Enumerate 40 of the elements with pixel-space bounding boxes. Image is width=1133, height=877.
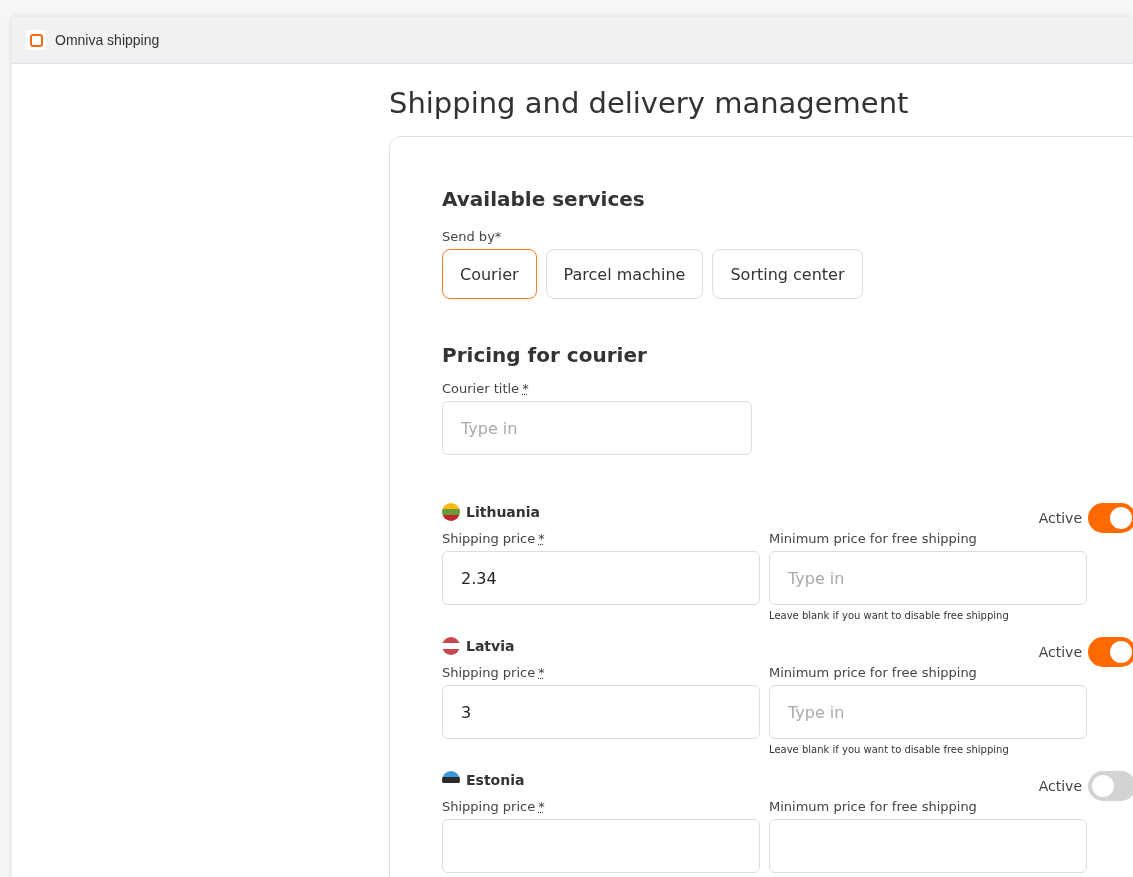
field-label: Shipping price: [442, 665, 536, 680]
active-toggle[interactable]: [1088, 771, 1133, 801]
hint-text: Leave blank if you want to disable free shipping: [769, 610, 1010, 621]
service-option[interactable]: Courier: [442, 249, 537, 299]
shipping-price-field[interactable]: [442, 819, 760, 873]
field-label: Shipping price: [442, 799, 536, 814]
flag-icon: [442, 637, 460, 655]
field-label: Minimum price for free shipping: [769, 531, 977, 546]
section-heading: Pricing for courier: [442, 343, 648, 367]
required-mark: *: [538, 799, 545, 814]
toggle-label: Active: [1038, 778, 1082, 794]
shipping-price-field[interactable]: 2.34: [442, 551, 760, 605]
field-label: Minimum price for free shipping: [769, 799, 977, 814]
country-name: Estonia: [466, 772, 525, 788]
free-shipping-field[interactable]: [769, 819, 1087, 873]
flag-icon: [442, 503, 460, 521]
free-shipping-field[interactable]: Type in: [769, 685, 1087, 739]
country-name: Lithuania: [466, 504, 540, 520]
service-option[interactable]: Parcel machine: [545, 249, 704, 299]
active-toggle[interactable]: [1088, 637, 1133, 667]
section-heading: Available services: [442, 187, 646, 211]
field-label: Send by*: [442, 229, 503, 244]
app-title: Omniva shipping: [55, 32, 160, 48]
free-shipping-field[interactable]: Type in: [769, 551, 1087, 605]
toggle-label: Active: [1038, 644, 1082, 660]
service-option[interactable]: Sorting center: [712, 249, 863, 299]
field-label: Courier title: [442, 381, 520, 396]
hint-text: Leave blank if you want to disable free shipping: [769, 744, 1010, 755]
required-mark: *: [538, 665, 545, 680]
shipping-price-field[interactable]: 3: [442, 685, 760, 739]
required-mark: *: [538, 531, 545, 546]
page-title: Shipping and delivery management: [389, 86, 910, 120]
toggle-label: Active: [1038, 510, 1082, 526]
field-label: Shipping price: [442, 531, 536, 546]
courier-title-field[interactable]: Type in: [442, 401, 752, 455]
logo-icon: [26, 30, 46, 50]
field-label: Minimum price for free shipping: [769, 665, 977, 680]
required-mark: *: [522, 381, 529, 396]
active-toggle[interactable]: [1088, 503, 1133, 533]
country-name: Latvia: [466, 638, 515, 654]
